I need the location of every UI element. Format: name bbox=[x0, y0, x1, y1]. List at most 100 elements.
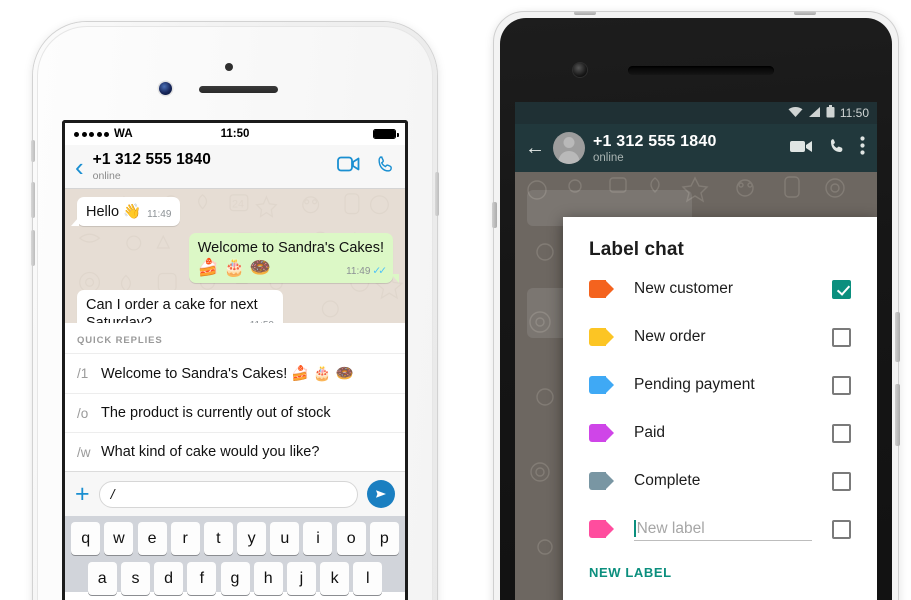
contact-info[interactable]: +1 312 555 1840 online bbox=[93, 151, 211, 182]
video-call-icon[interactable] bbox=[337, 156, 360, 177]
quick-reply-text: The product is currently out of stock bbox=[101, 405, 331, 421]
contact-name: +1 312 555 1840 bbox=[92, 151, 211, 168]
key-h[interactable]: h bbox=[253, 562, 283, 595]
message-text: Can I order a cake for next bbox=[86, 297, 258, 313]
label-tag-icon bbox=[589, 280, 614, 298]
label-checkbox[interactable] bbox=[832, 423, 851, 443]
send-icon[interactable] bbox=[367, 480, 395, 508]
back-arrow-icon[interactable]: ← bbox=[525, 138, 545, 158]
keyboard-row-1: q w e r t y u i o p bbox=[68, 522, 402, 555]
key-p[interactable]: p bbox=[369, 522, 399, 555]
label-row-new-order[interactable]: New order bbox=[563, 313, 877, 361]
contact-avatar[interactable] bbox=[553, 132, 585, 164]
key-a[interactable]: a bbox=[87, 562, 117, 595]
keyboard-row-2: a s d f g h j k l bbox=[68, 562, 402, 595]
quick-replies-title: QUICK REPLIES bbox=[77, 335, 163, 346]
label-tag-icon bbox=[589, 472, 614, 490]
iphone-volume-up-button bbox=[31, 182, 35, 218]
quick-reply-shortcut: /w bbox=[77, 444, 91, 460]
key-w[interactable]: w bbox=[104, 522, 134, 555]
voice-call-icon[interactable] bbox=[376, 155, 395, 179]
header-actions bbox=[790, 136, 867, 160]
key-o[interactable]: o bbox=[336, 522, 366, 555]
battery-icon bbox=[826, 105, 835, 121]
signal-icon bbox=[808, 106, 821, 121]
key-q[interactable]: q bbox=[71, 522, 101, 555]
message-input[interactable]: / bbox=[98, 480, 358, 508]
label-name: Paid bbox=[634, 424, 666, 441]
back-chevron-icon[interactable]: ‹ bbox=[75, 154, 84, 180]
overflow-menu-icon[interactable] bbox=[860, 136, 865, 160]
label-checkbox[interactable] bbox=[832, 279, 851, 299]
ios-chat-messages: 24 Hello 👋 11:49 Welcome to Sandra's Cak… bbox=[65, 189, 405, 323]
quick-reply-item[interactable]: /w What kind of cake would you like? bbox=[65, 432, 405, 471]
message-time: 11:49 bbox=[346, 265, 371, 277]
label-name: New customer bbox=[634, 280, 734, 297]
label-checkbox[interactable] bbox=[832, 519, 851, 539]
label-checkbox[interactable] bbox=[832, 471, 851, 491]
svg-text:24: 24 bbox=[232, 199, 244, 211]
label-row-new-label[interactable]: New label bbox=[563, 505, 877, 553]
label-name: New order bbox=[634, 328, 706, 345]
android-volume-button bbox=[895, 384, 900, 446]
label-row-paid[interactable]: Paid bbox=[563, 409, 877, 457]
key-k[interactable]: k bbox=[320, 562, 350, 595]
label-tag-icon bbox=[589, 520, 614, 538]
iphone-device-mockup: WA 11:50 ‹ +1 312 555 1840 online 24 Hel… bbox=[31, 22, 439, 600]
key-l[interactable]: l bbox=[353, 562, 383, 595]
label-checkbox[interactable] bbox=[832, 375, 851, 395]
key-d[interactable]: d bbox=[154, 562, 184, 595]
label-row-new-customer[interactable]: New customer bbox=[563, 265, 877, 313]
iphone-proximity-sensor bbox=[225, 63, 233, 71]
android-top-button-left bbox=[574, 11, 596, 15]
android-screen: 11:50 ← +1 312 555 1840 online Label cha… bbox=[515, 102, 877, 600]
label-tag-icon bbox=[589, 424, 614, 442]
new-label-button[interactable]: NEW LABEL bbox=[563, 553, 877, 580]
key-e[interactable]: e bbox=[137, 522, 167, 555]
key-i[interactable]: i bbox=[303, 522, 333, 555]
video-call-icon[interactable] bbox=[790, 138, 814, 159]
key-f[interactable]: f bbox=[187, 562, 217, 595]
iphone-volume-down-button bbox=[31, 230, 35, 266]
key-t[interactable]: t bbox=[203, 522, 233, 555]
quick-reply-item[interactable]: /1 Welcome to Sandra's Cakes! 🍰 🎂 🍩 bbox=[65, 353, 405, 393]
android-status-bar: 11:50 bbox=[515, 102, 877, 124]
quick-reply-text: Welcome to Sandra's Cakes! 🍰 🎂 🍩 bbox=[101, 366, 354, 382]
new-label-input[interactable]: New label bbox=[634, 517, 812, 541]
iphone-screen: WA 11:50 ‹ +1 312 555 1840 online 24 Hel… bbox=[62, 120, 408, 600]
text-cursor bbox=[634, 520, 636, 537]
label-checkbox[interactable] bbox=[832, 327, 851, 347]
message-time: 11:50 bbox=[250, 320, 274, 323]
screenshot-canvas: WA 11:50 ‹ +1 312 555 1840 online 24 Hel… bbox=[0, 0, 911, 600]
ios-keyboard: q w e r t y u i o p a s d f g h j k l bbox=[65, 516, 405, 595]
label-row-pending-payment[interactable]: Pending payment bbox=[563, 361, 877, 409]
iphone-front-camera bbox=[159, 82, 172, 95]
contact-info[interactable]: +1 312 555 1840 online bbox=[593, 133, 717, 164]
quick-reply-text: What kind of cake would you like? bbox=[101, 444, 320, 460]
ios-status-bar: WA 11:50 bbox=[65, 123, 405, 145]
iphone-mute-switch bbox=[31, 140, 35, 162]
plus-icon[interactable]: + bbox=[75, 482, 90, 507]
key-u[interactable]: u bbox=[270, 522, 300, 555]
ios-status-time: 11:50 bbox=[220, 128, 250, 140]
key-y[interactable]: y bbox=[237, 522, 267, 555]
contact-name: +1 312 555 1840 bbox=[593, 132, 717, 150]
android-left-button bbox=[492, 202, 497, 228]
header-actions bbox=[337, 155, 395, 179]
voice-call-icon[interactable] bbox=[828, 137, 846, 160]
key-g[interactable]: g bbox=[220, 562, 250, 595]
message-emoji: 🍰 🎂 🍩 bbox=[197, 258, 271, 278]
message-bubble-incoming: Hello 👋 11:49 bbox=[70, 197, 181, 227]
wifi-icon bbox=[788, 106, 803, 121]
label-row-complete[interactable]: Complete bbox=[563, 457, 877, 505]
message-time: 11:49 bbox=[147, 208, 172, 220]
quick-reply-item[interactable]: /o The product is currently out of stock bbox=[65, 393, 405, 432]
quick-reply-shortcut: /1 bbox=[77, 366, 89, 381]
iphone-power-button bbox=[435, 172, 439, 216]
key-r[interactable]: r bbox=[170, 522, 200, 555]
key-s[interactable]: s bbox=[120, 562, 150, 595]
android-top-button-right bbox=[794, 11, 816, 15]
key-j[interactable]: j bbox=[286, 562, 316, 595]
message-text: Hello 👋 bbox=[86, 204, 142, 220]
label-name: Complete bbox=[634, 472, 701, 489]
